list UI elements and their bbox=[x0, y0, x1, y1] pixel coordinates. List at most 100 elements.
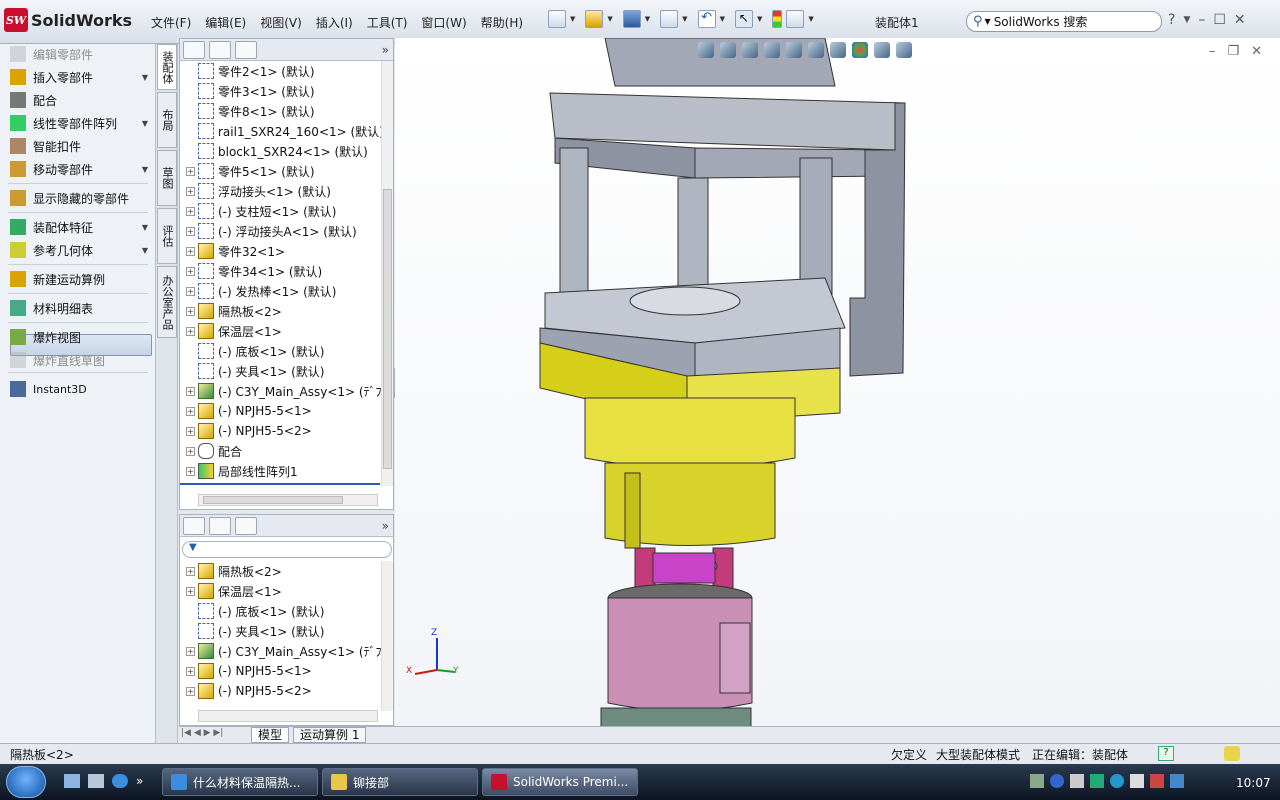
command-12[interactable]: 爆炸直线草图 bbox=[10, 350, 152, 370]
expand-plus-icon[interactable]: + bbox=[186, 326, 195, 336]
tree-item[interactable]: + 隔热板<2> bbox=[180, 301, 382, 321]
expand-plus-icon[interactable]: + bbox=[186, 226, 195, 236]
tree-horizontal-scrollbar[interactable] bbox=[198, 494, 378, 506]
menu-help[interactable]: 帮助(H) bbox=[474, 12, 530, 33]
tree-item[interactable]: + (-) NPJH5-5<2> bbox=[180, 421, 382, 441]
search-input[interactable]: ⚲ ▼ SolidWorks 搜索 bbox=[966, 11, 1162, 32]
tree-item[interactable]: + (-) NPJH5-5<1> bbox=[180, 401, 382, 421]
chevron-down-icon[interactable]: ▼ bbox=[142, 223, 148, 232]
chevron-down-icon[interactable]: ▼ bbox=[1183, 15, 1190, 28]
command-6[interactable]: 显示隐藏的零部件 bbox=[10, 188, 152, 208]
tray-usb-icon[interactable] bbox=[1070, 774, 1084, 788]
command-0[interactable]: 编辑零部件 bbox=[10, 44, 152, 64]
tray-security-icon[interactable] bbox=[1150, 774, 1164, 788]
help-icon[interactable]: ? bbox=[1158, 746, 1174, 761]
new-document-icon[interactable] bbox=[548, 10, 566, 28]
tree-item[interactable]: + 配合 bbox=[180, 441, 382, 461]
chevron-down-icon[interactable]: ▼ bbox=[682, 15, 687, 23]
tree-item[interactable]: + 保温层<1> bbox=[180, 581, 382, 601]
switch-windows-icon[interactable] bbox=[88, 774, 104, 788]
property-manager-tab-icon[interactable] bbox=[209, 516, 231, 535]
tree-item[interactable]: + (-) C3Y_Main_Assy<1> (ﾃﾞﾌｫﾙﾄ) bbox=[180, 641, 382, 661]
command-11[interactable]: 爆炸视图 bbox=[10, 327, 152, 347]
minimize-icon[interactable]: – bbox=[1198, 12, 1205, 28]
expand-plus-icon[interactable]: + bbox=[186, 166, 195, 176]
expand-plus-icon[interactable]: + bbox=[186, 246, 195, 256]
tab-office-products[interactable]: 办公室产品 bbox=[157, 266, 177, 338]
select-pointer-icon[interactable]: ↖ bbox=[734, 10, 753, 28]
expand-chevron-icon[interactable]: » bbox=[382, 519, 389, 533]
command-5[interactable]: 移动零部件 ▼ bbox=[10, 159, 152, 179]
expand-plus-icon[interactable]: + bbox=[186, 686, 195, 696]
tree-item[interactable]: (-) 底板<1> (默认) bbox=[180, 601, 382, 621]
close-icon[interactable]: ✕ bbox=[1234, 12, 1246, 28]
doc-minimize-icon[interactable]: – bbox=[1209, 44, 1216, 59]
help-icon[interactable]: ? bbox=[1168, 12, 1175, 28]
internet-explorer-icon[interactable] bbox=[112, 774, 128, 788]
taskbar-item-folder[interactable]: 铆接部 bbox=[322, 768, 478, 796]
save-icon[interactable] bbox=[622, 10, 641, 28]
chevron-down-icon[interactable]: ▼ bbox=[808, 15, 813, 23]
command-9[interactable]: 新建运动算例 bbox=[10, 269, 152, 289]
tree-vertical-scrollbar[interactable] bbox=[381, 61, 393, 486]
app-logo[interactable]: SW SolidWorks bbox=[4, 6, 140, 34]
tree-item[interactable]: + 零件32<1> bbox=[180, 241, 382, 261]
options-icon[interactable] bbox=[786, 10, 805, 28]
tree-item[interactable]: (-) 夹具<1> (默认) bbox=[180, 621, 382, 641]
expand-plus-icon[interactable]: + bbox=[186, 466, 195, 476]
property-manager-tab-icon[interactable] bbox=[209, 40, 231, 59]
command-1[interactable]: 插入零部件 ▼ bbox=[10, 67, 152, 87]
tray-network-icon[interactable] bbox=[1090, 774, 1104, 788]
tree-item[interactable]: + 零件34<1> (默认) bbox=[180, 261, 382, 281]
tree-item[interactable]: + (-) 浮动接头A<1> (默认) bbox=[180, 221, 382, 241]
command-8[interactable]: 参考几何体 ▼ bbox=[10, 240, 152, 260]
start-button[interactable] bbox=[6, 766, 46, 798]
menu-edit[interactable]: 编辑(E) bbox=[198, 12, 253, 33]
command-10[interactable]: 材料明细表 bbox=[10, 298, 152, 318]
hide-show-items-icon[interactable] bbox=[830, 42, 846, 58]
view-settings-icon[interactable] bbox=[896, 42, 912, 58]
more-chevron-icon[interactable]: » bbox=[136, 774, 143, 788]
maximize-icon[interactable]: ☐ bbox=[1213, 12, 1226, 28]
expand-plus-icon[interactable]: + bbox=[186, 406, 195, 416]
chevron-down-icon[interactable]: ▼ bbox=[142, 73, 148, 82]
tree-item[interactable]: + (-) NPJH5-5<2> bbox=[180, 681, 382, 701]
expand-plus-icon[interactable]: + bbox=[186, 586, 195, 596]
expand-plus-icon[interactable]: + bbox=[186, 566, 195, 576]
tree-item[interactable]: (-) 夹具<1> (默认) bbox=[180, 361, 382, 381]
expand-plus-icon[interactable]: + bbox=[186, 666, 195, 676]
tab-layout[interactable]: 布局 bbox=[157, 92, 177, 148]
show-desktop-icon[interactable] bbox=[64, 774, 80, 788]
tray-volume-icon[interactable] bbox=[1170, 774, 1184, 788]
menu-view[interactable]: 视图(V) bbox=[253, 12, 309, 33]
command-4[interactable]: 智能扣件 bbox=[10, 136, 152, 156]
menu-file[interactable]: 文件(F) bbox=[144, 12, 198, 33]
expand-plus-icon[interactable]: + bbox=[186, 386, 195, 396]
command-7[interactable]: 装配体特征 ▼ bbox=[10, 217, 152, 237]
tag-icon[interactable] bbox=[1224, 746, 1240, 761]
tray-globe-icon[interactable] bbox=[1110, 774, 1124, 788]
tab-assembly[interactable]: 装配体 bbox=[157, 44, 177, 90]
tree-item[interactable]: 零件3<1> (默认) bbox=[180, 81, 382, 101]
command-3[interactable]: 线性零部件阵列 ▼ bbox=[10, 113, 152, 133]
clock[interactable]: 10:07 bbox=[1236, 776, 1271, 790]
expand-plus-icon[interactable]: + bbox=[186, 206, 195, 216]
configuration-manager-tab-icon[interactable] bbox=[235, 516, 257, 535]
expand-plus-icon[interactable]: + bbox=[186, 286, 195, 296]
tree-item[interactable]: (-) 底板<1> (默认) bbox=[180, 341, 382, 361]
graphics-viewport[interactable]: Z X Y – ❐ ✕ bbox=[395, 37, 1280, 729]
previous-view-icon[interactable] bbox=[764, 42, 780, 58]
expand-plus-icon[interactable]: + bbox=[186, 446, 195, 456]
menu-insert[interactable]: 插入(I) bbox=[309, 12, 360, 33]
zoom-to-fit-icon[interactable] bbox=[698, 42, 714, 58]
expand-chevron-icon[interactable]: » bbox=[382, 43, 389, 57]
tree-item[interactable]: + 局部线性阵列1 bbox=[180, 461, 382, 481]
edit-appearance-icon[interactable] bbox=[852, 42, 868, 58]
tree-vertical-scrollbar[interactable] bbox=[381, 561, 393, 711]
tab-model[interactable]: 模型 bbox=[251, 727, 290, 743]
tree-item[interactable]: 零件2<1> (默认) bbox=[180, 61, 382, 81]
print-icon[interactable] bbox=[660, 10, 679, 28]
command-13[interactable]: Instant3D bbox=[10, 379, 152, 399]
tray-display-icon[interactable] bbox=[1130, 774, 1144, 788]
display-style-icon[interactable] bbox=[808, 42, 824, 58]
